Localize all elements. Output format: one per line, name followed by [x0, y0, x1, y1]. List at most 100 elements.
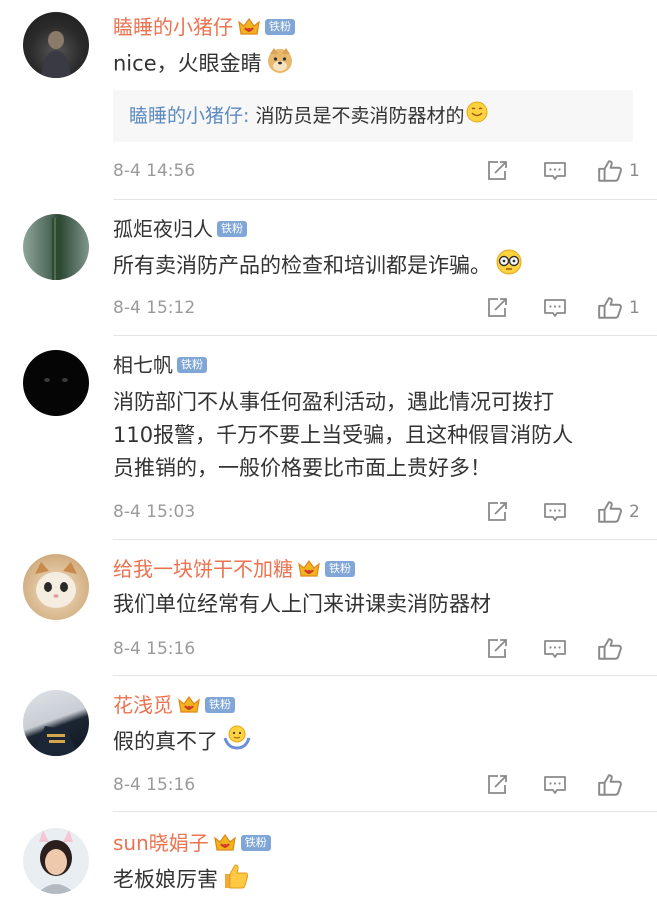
comment-text: 老板娘厉害 [113, 867, 218, 892]
username[interactable]: 孤炬夜归人 [113, 215, 213, 243]
action-bar: 1 [455, 156, 640, 186]
like-icon [597, 772, 623, 798]
comment-item: 花浅觅 铁粉 假的真不了 8-4 15:16 [0, 676, 657, 812]
comment-text: 消防部门不从事任何盈利活动，遇此情况可拨打 110报警，千万不要上当受骗，且这种… [113, 386, 633, 485]
username[interactable]: 花浅觅 [113, 691, 173, 719]
username[interactable]: 给我一块饼干不加糖 [113, 555, 293, 583]
avatar[interactable] [23, 554, 89, 620]
quoted-reply[interactable]: 瞌睡的小猪仔: 消防员是不卖消防器材的 [113, 90, 633, 142]
username[interactable]: 相七帆 [113, 351, 173, 379]
smile-emoji-icon [466, 91, 488, 143]
comment-text: nice，火眼金睛 [113, 51, 262, 76]
comment-icon [543, 500, 567, 524]
username-row: 孤炬夜归人 铁粉 [113, 214, 247, 244]
avatar-uniform-image [33, 726, 79, 756]
comment-text-line: 消防部门不从事任何盈利活动，遇此情况可拨打 [113, 390, 554, 414]
quote-username[interactable]: 瞌睡的小猪仔: [129, 105, 249, 127]
avatar[interactable] [23, 828, 89, 894]
share-icon [485, 296, 509, 320]
comment-item: 给我一块饼干不加糖 铁粉 我们单位经常有人上门来讲课卖消防器材 8-4 15:1… [0, 540, 657, 676]
avatar-girl-image [37, 830, 75, 894]
share-icon [485, 500, 509, 524]
comment-item: sun晓娟子 铁粉 老板娘厉害 [0, 812, 657, 900]
crown-icon [297, 558, 321, 580]
share-button[interactable] [485, 637, 509, 661]
avatar[interactable] [23, 12, 89, 78]
fan-badge: 铁粉 [240, 835, 271, 851]
shrug-emoji-icon [222, 724, 252, 761]
timestamp: 8-4 15:03 [113, 502, 196, 522]
timestamp: 8-4 15:16 [113, 775, 196, 795]
avatar-cactus-image [52, 218, 61, 280]
crown-icon [177, 694, 201, 716]
crown-icon [213, 832, 237, 854]
timestamp: 8-4 14:56 [113, 161, 196, 181]
comment-icon [543, 159, 567, 183]
like-button[interactable]: 1 [597, 295, 640, 321]
like-button[interactable]: 1 [597, 158, 640, 184]
share-icon [485, 773, 509, 797]
username-row: 花浅觅 铁粉 [113, 690, 235, 720]
comment-button[interactable] [543, 500, 567, 524]
like-button[interactable] [597, 636, 639, 662]
username-row: sun晓娟子 铁粉 [113, 828, 271, 858]
comment-button[interactable] [543, 773, 567, 797]
action-bar: 2 [455, 497, 640, 527]
glasses-emoji-icon [495, 248, 523, 285]
avatar-cat-image [35, 562, 77, 608]
action-bar: 1 [455, 293, 640, 323]
like-icon [597, 636, 623, 662]
share-button[interactable] [485, 159, 509, 183]
comment-text: 我们单位经常有人上门来讲课卖消防器材 [113, 592, 491, 616]
like-count: 2 [629, 502, 640, 522]
comment-text-row: 所有卖消防产品的检查和培训都是诈骗。 [113, 248, 633, 285]
share-button[interactable] [485, 773, 509, 797]
fan-badge: 铁粉 [265, 19, 295, 35]
like-count: 1 [629, 161, 640, 181]
username[interactable]: 瞌睡的小猪仔 [113, 13, 233, 41]
comment-text: 假的真不了 [113, 729, 218, 754]
avatar-figure-image [41, 31, 71, 78]
thumbs-up-emoji-icon [222, 862, 250, 899]
comment-item: 瞌睡的小猪仔 铁粉 nice，火眼金睛 瞌睡的小猪仔: 消防员是不卖消防器材的 … [0, 0, 657, 200]
comment-text-row: 假的真不了 [113, 724, 633, 761]
comment-button[interactable] [543, 637, 567, 661]
like-count: 1 [629, 298, 640, 318]
timestamp: 8-4 15:16 [113, 639, 196, 659]
timestamp: 8-4 15:12 [113, 298, 196, 318]
username-row: 相七帆 铁粉 [113, 350, 207, 380]
comment-button[interactable] [543, 159, 567, 183]
like-icon [597, 499, 623, 525]
share-icon [485, 637, 509, 661]
quote-text: 消防员是不卖消防器材的 [249, 105, 465, 127]
comment-icon [543, 296, 567, 320]
comment-item: 相七帆 铁粉 消防部门不从事任何盈利活动，遇此情况可拨打 110报警，千万不要上… [0, 336, 657, 540]
username-row: 瞌睡的小猪仔 铁粉 [113, 12, 295, 42]
like-icon [597, 158, 623, 184]
avatar-dark-image [44, 378, 68, 382]
fan-badge: 铁粉 [177, 357, 207, 373]
comment-text-row: nice，火眼金睛 [113, 46, 633, 83]
share-icon [485, 159, 509, 183]
avatar[interactable] [23, 690, 89, 756]
like-button[interactable]: 2 [597, 499, 640, 525]
comment-text-line: 110报警，千万不要上当受骗，且这种假冒消防人 [113, 423, 574, 447]
fan-badge: 铁粉 [217, 221, 247, 237]
comment-icon [543, 773, 567, 797]
share-button[interactable] [485, 296, 509, 320]
comment-item: 孤炬夜归人 铁粉 所有卖消防产品的检查和培训都是诈骗。 8-4 15:12 1 [0, 200, 657, 336]
action-bar [455, 770, 639, 800]
comment-text-line: 员推销的，一般价格要比市面上贵好多！ [113, 456, 491, 480]
action-bar [455, 634, 639, 664]
avatar[interactable] [23, 214, 89, 280]
avatar[interactable] [23, 350, 89, 416]
fan-badge: 铁粉 [205, 697, 235, 713]
like-button[interactable] [597, 772, 639, 798]
like-icon [597, 295, 623, 321]
share-button[interactable] [485, 500, 509, 524]
username-row: 给我一块饼干不加糖 铁粉 [113, 554, 355, 584]
username[interactable]: sun晓娟子 [113, 829, 209, 857]
comment-text-row: 老板娘厉害 [113, 862, 633, 899]
comment-icon [543, 637, 567, 661]
comment-button[interactable] [543, 296, 567, 320]
